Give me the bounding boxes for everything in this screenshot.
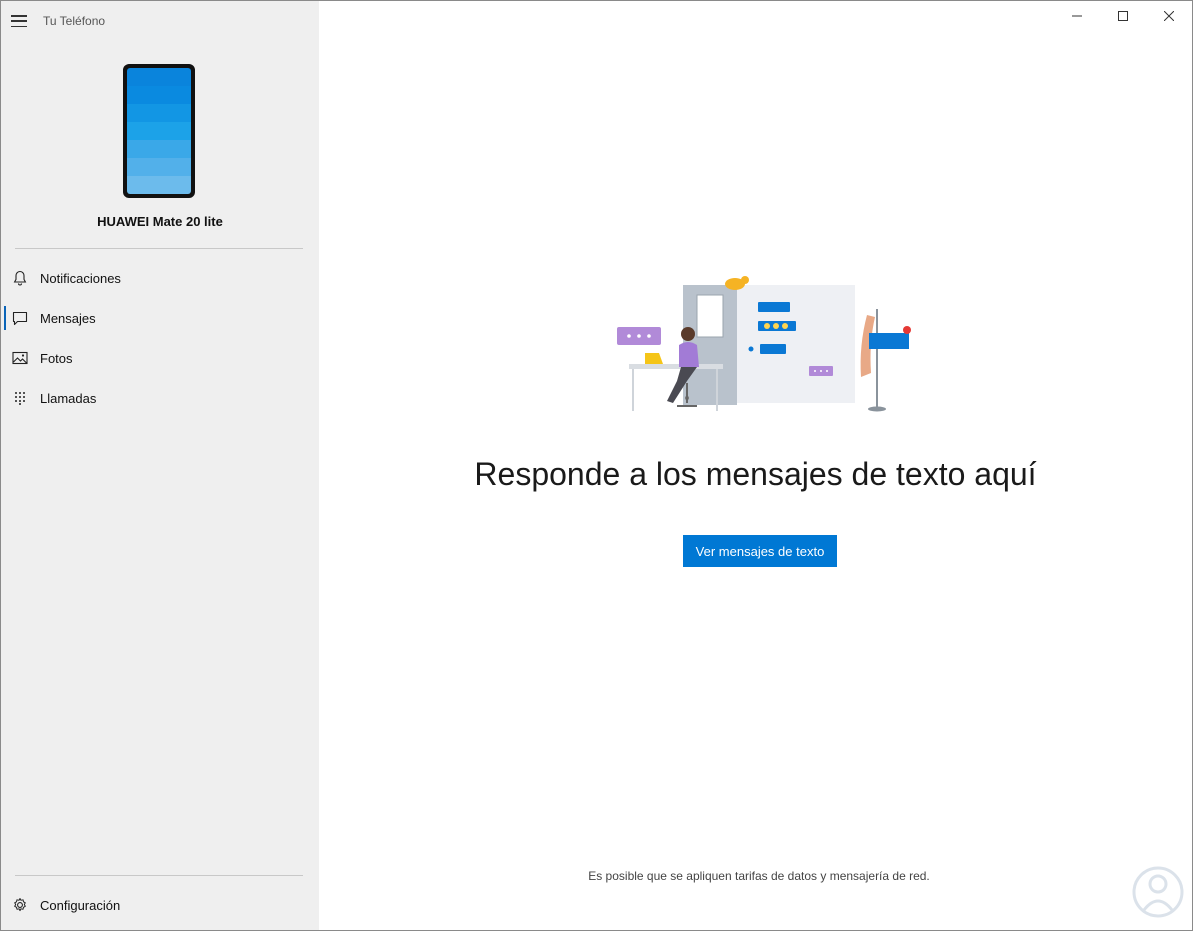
hamburger-menu-icon[interactable]: [11, 15, 27, 27]
app-window: Tu Teléfono HUAWEI Mate 20 lite Notifica…: [1, 1, 1192, 930]
phone-image: [123, 64, 195, 198]
phone-screen-band: [127, 158, 191, 176]
sidebar-item-mensajes[interactable]: Mensajes: [1, 298, 319, 338]
maximize-icon: [1118, 11, 1128, 21]
bell-icon: [11, 269, 29, 287]
main-content: Responde a los mensajes de texto aquí Ve…: [319, 1, 1192, 930]
sidebar-item-label: Llamadas: [40, 390, 97, 406]
phone-screen-band: [127, 86, 191, 104]
sidebar-item-llamadas[interactable]: Llamadas: [1, 378, 319, 418]
phone-screen-band: [127, 140, 191, 158]
watermark-logo: [1132, 866, 1184, 918]
view-messages-button[interactable]: Ver mensajes de texto: [683, 535, 837, 567]
dialpad-icon: [11, 389, 29, 407]
minimize-button[interactable]: [1054, 1, 1100, 31]
close-button[interactable]: [1146, 1, 1192, 31]
divider-top: [15, 248, 303, 249]
sidebar-item-notificaciones[interactable]: Notificaciones: [1, 258, 319, 298]
phone-screen-band: [127, 176, 191, 194]
nav-list: Notificaciones Mensajes Fotos Llamadas: [1, 258, 319, 418]
window-controls: [1054, 1, 1192, 31]
minimize-icon: [1072, 15, 1082, 17]
phone-screen: [127, 68, 191, 194]
phone-screen-band: [127, 122, 191, 140]
sidebar-item-label: Fotos: [40, 350, 73, 366]
settings-label: Configuración: [40, 897, 121, 913]
sidebar: Tu Teléfono HUAWEI Mate 20 lite Notifica…: [1, 1, 319, 930]
chat-icon: [11, 309, 29, 327]
sidebar-item-label: Mensajes: [40, 310, 96, 326]
phone-screen-band: [127, 104, 191, 122]
phone-screen-band: [127, 68, 191, 86]
sidebar-item-fotos[interactable]: Fotos: [1, 338, 319, 378]
maximize-button[interactable]: [1100, 1, 1146, 31]
divider-bottom: [15, 875, 303, 876]
gear-icon: [11, 896, 29, 914]
device-name: HUAWEI Mate 20 lite: [97, 214, 223, 229]
app-title: Tu Teléfono: [43, 14, 106, 28]
title-bar: Tu Teléfono: [11, 11, 105, 31]
messaging-illustration: [617, 276, 911, 412]
photo-icon: [11, 349, 29, 367]
close-icon: [1164, 11, 1174, 21]
sidebar-item-label: Notificaciones: [40, 270, 121, 286]
data-rates-disclaimer: Es posible que se apliquen tarifas de da…: [588, 869, 930, 883]
settings-button[interactable]: Configuración: [1, 885, 319, 925]
page-title: Responde a los mensajes de texto aquí: [474, 456, 1037, 492]
